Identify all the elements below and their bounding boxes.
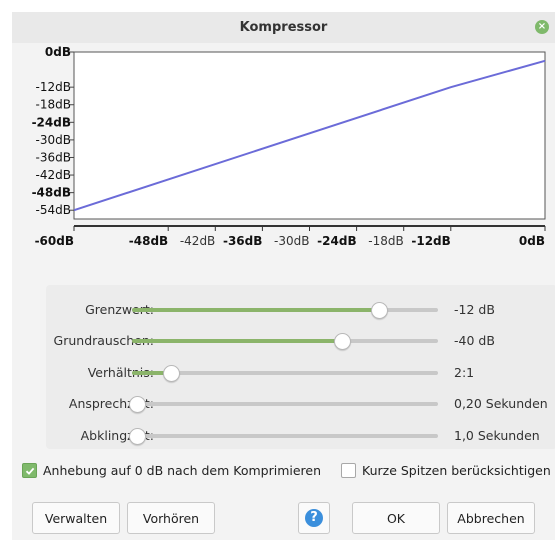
attack-time-slider[interactable] bbox=[129, 396, 438, 413]
y-tick-label: -54dB bbox=[36, 203, 71, 217]
attack-time-value: 0,20 Sekunden bbox=[454, 396, 548, 411]
manage-button[interactable]: Verwalten bbox=[32, 502, 120, 534]
compressor-graph: 0dB -12dB -18dB -24dB -30dB -36dB -42dB -48dB -5… bbox=[12, 43, 555, 265]
release-time-slider[interactable] bbox=[129, 428, 438, 445]
x-tick-label: -12dB bbox=[411, 234, 450, 248]
short-peaks-checkbox-row[interactable]: Kurze Spitzen berücksichtigen bbox=[341, 463, 551, 478]
attack-time-slider-thumb[interactable] bbox=[129, 396, 146, 413]
window-title: Kompressor bbox=[239, 20, 328, 35]
x-tick-label: -42dB bbox=[180, 234, 215, 248]
ratio-slider-thumb[interactable] bbox=[162, 365, 180, 382]
noise-floor-slider[interactable] bbox=[132, 333, 438, 350]
noise-floor-slider-thumb[interactable] bbox=[334, 333, 352, 350]
threshold-slider[interactable] bbox=[132, 302, 438, 319]
ratio-slider-fill bbox=[132, 371, 166, 375]
x-tick-label: 0dB bbox=[519, 234, 545, 248]
y-tick-label: -48dB bbox=[32, 186, 71, 200]
help-icon: ? bbox=[305, 509, 323, 527]
makeup-gain-checkbox-row[interactable]: Anhebung auf 0 dB nach dem Komprimieren bbox=[22, 463, 321, 478]
window-titlebar: Kompressor × bbox=[12, 12, 555, 44]
y-tick-label: 0dB bbox=[45, 45, 71, 59]
compression-curve-chart: 0dB -12dB -18dB -24dB -30dB -36dB -42dB -48dB -5… bbox=[32, 45, 546, 248]
y-tick-label: -30dB bbox=[36, 133, 71, 147]
x-tick-label: -24dB bbox=[317, 234, 356, 248]
x-tick-label: -18dB bbox=[368, 234, 403, 248]
close-icon[interactable]: × bbox=[535, 20, 549, 34]
x-tick-label: -48dB bbox=[129, 234, 168, 248]
ratio-slider[interactable] bbox=[132, 365, 438, 382]
sliders-panel: Grenzwert: -12 dB Grundrauschen: -40 dB … bbox=[46, 285, 555, 449]
y-tick-label: -24dB bbox=[32, 115, 71, 129]
noise-floor-value: -40 dB bbox=[454, 333, 495, 348]
x-tick-label: -30dB bbox=[274, 234, 309, 248]
y-tick-label: -36dB bbox=[36, 150, 71, 164]
makeup-gain-label: Anhebung auf 0 dB nach dem Komprimieren bbox=[43, 463, 322, 478]
makeup-gain-checkbox[interactable] bbox=[22, 463, 37, 478]
noise-floor-slider-fill bbox=[132, 339, 338, 343]
threshold-slider-thumb[interactable] bbox=[370, 302, 388, 319]
threshold-slider-fill bbox=[132, 308, 374, 312]
ratio-value: 2:1 bbox=[454, 365, 475, 380]
short-peaks-label: Kurze Spitzen berücksichtigen bbox=[362, 463, 551, 478]
short-peaks-checkbox[interactable] bbox=[341, 463, 356, 478]
dialog-body: 0dB -12dB -18dB -24dB -30dB -36dB -42dB -48dB -5… bbox=[12, 43, 555, 540]
ok-button[interactable]: OK bbox=[352, 502, 440, 534]
threshold-value: -12 dB bbox=[454, 302, 495, 317]
check-icon bbox=[25, 467, 34, 475]
release-time-value: 1,0 Sekunden bbox=[454, 428, 540, 443]
release-time-slider-thumb[interactable] bbox=[129, 428, 146, 445]
plot-area bbox=[73, 51, 546, 220]
x-tick-label: -60dB bbox=[35, 234, 74, 248]
cancel-button[interactable]: Abbrechen bbox=[447, 502, 535, 534]
y-tick-label: -12dB bbox=[36, 80, 71, 94]
preview-button[interactable]: Vorhören bbox=[127, 502, 215, 534]
help-button[interactable]: ? bbox=[298, 502, 330, 534]
x-tick-label: -36dB bbox=[223, 234, 262, 248]
y-tick-label: -42dB bbox=[36, 168, 71, 182]
y-tick-label: -18dB bbox=[36, 98, 71, 112]
